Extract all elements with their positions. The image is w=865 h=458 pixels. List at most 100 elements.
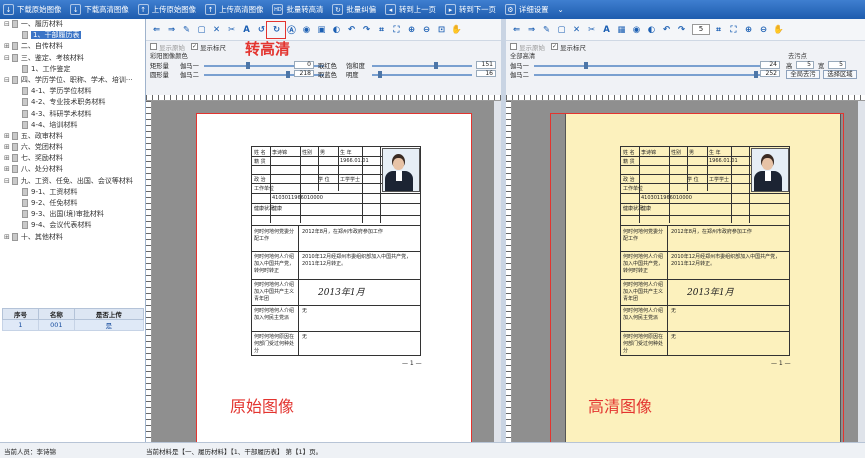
tree-node[interactable]: ⊞ 五、政审材料 [0, 131, 146, 142]
color-icon[interactable]: ◐ [645, 23, 658, 36]
tree-node[interactable]: ⊟ 三、鉴定、考核材料 [0, 53, 146, 64]
hd-gamma2-slider[interactable] [534, 73, 764, 76]
text-tool-icon[interactable]: Ⓐ [285, 23, 298, 36]
tree-node[interactable]: ⊞ 十、其他材料 [0, 232, 146, 243]
expand-icon[interactable]: ⊞ [4, 143, 10, 151]
tree-node[interactable]: ⊞ 七、奖励材料 [0, 153, 146, 164]
expand-icon[interactable]: ⊞ [4, 154, 10, 162]
hd-gamma1-slider[interactable] [534, 65, 764, 67]
image-enhance-icon[interactable]: ◉ [630, 23, 643, 36]
gamma1-value[interactable]: 0 [294, 61, 314, 69]
tree-node[interactable]: 9-1、工资材料 [0, 187, 146, 198]
brightness-slider[interactable] [372, 73, 472, 76]
rotate-left-icon[interactable]: ↶ [660, 23, 673, 36]
toolbar-button-6[interactable]: ◂ 转到上一页 [384, 4, 436, 15]
brightness-knob[interactable] [378, 70, 382, 78]
tree-node[interactable]: 4-3、科研学术材料 [0, 109, 146, 120]
tree-node[interactable]: 4-2、专业技术职务材料 [0, 97, 146, 108]
saturation-slider[interactable] [372, 65, 472, 67]
page-number-input[interactable]: 5 [692, 24, 710, 35]
gamma2-value[interactable]: 218 [294, 69, 314, 77]
toolbar-button-1[interactable]: ↓ 下载高清图像 [70, 4, 129, 15]
select-icon[interactable]: ▢ [195, 23, 208, 36]
collapse-icon[interactable]: ⊟ [4, 177, 10, 185]
select-area-button[interactable]: 选择区域 [823, 69, 857, 79]
global-despeckle-button[interactable]: 全局去污 [786, 69, 820, 79]
comment-icon[interactable]: ✎ [180, 23, 193, 36]
table-row[interactable]: 1 001 是 [2, 319, 145, 331]
tree-node[interactable]: ⊞ 六、党团材料 [0, 142, 146, 153]
grid-header-uploaded[interactable]: 是否上传 [73, 308, 145, 320]
tree-node[interactable]: 1、工作鉴定 [0, 64, 146, 75]
tree-node[interactable]: 4-4、培训材料 [0, 120, 146, 131]
tree-node[interactable]: 9-2、任免材料 [0, 198, 146, 209]
hand-icon[interactable]: ✋ [450, 23, 463, 36]
grid-header-name[interactable]: 名称 [37, 308, 75, 320]
saturation-knob[interactable] [434, 62, 438, 69]
tree-node[interactable]: ⊟ 一、履历材料 [0, 19, 146, 30]
grid-icon[interactable]: ▦ [615, 23, 628, 36]
settings-dropdown-icon[interactable]: ⌄ [558, 5, 564, 14]
tree-node[interactable]: 9-4、会议代表材料 [0, 220, 146, 231]
vertical-scrollbar[interactable] [494, 101, 501, 442]
color-icon[interactable]: ◐ [330, 23, 343, 36]
hd-convert-icon[interactable]: ▣ [315, 23, 328, 36]
grid-header-index[interactable]: 序号 [2, 308, 39, 320]
expand-icon[interactable]: ⊞ [4, 132, 10, 140]
zoom-in-icon[interactable]: ⊕ [405, 23, 418, 36]
arrow-left-icon[interactable]: ⇐ [150, 23, 163, 36]
toolbar-button-2[interactable]: ↑ 上传原始图像 [137, 4, 196, 15]
saturation-value[interactable]: 151 [476, 61, 496, 69]
cut-icon[interactable]: ✂ [225, 23, 238, 36]
show-original-checkbox[interactable] [150, 43, 157, 50]
arrow-right-icon[interactable]: ⇒ [525, 23, 538, 36]
gamma1-knob[interactable] [246, 62, 250, 69]
hd-gamma1-value[interactable]: 24 [760, 61, 780, 69]
zoom-in-icon[interactable]: ⊕ [742, 23, 755, 36]
cut-icon[interactable]: ✂ [585, 23, 598, 36]
grid-cell-name[interactable]: 001 [37, 319, 75, 331]
zoom-out-icon[interactable]: ⊖ [420, 23, 433, 36]
width-value[interactable]: 5 [828, 61, 846, 69]
show-ruler-checkbox[interactable]: ✓ [551, 43, 558, 50]
toolbar-button-3[interactable]: ↑ 上传高清图像 [205, 4, 263, 15]
expand-icon[interactable]: ⊞ [4, 42, 10, 50]
hd-gamma1-knob[interactable] [584, 62, 588, 69]
actual-size-icon[interactable]: ⊡ [435, 23, 448, 36]
tree-node[interactable]: 4-1、学历学位材料 [0, 86, 146, 97]
fit-icon[interactable]: ⛶ [727, 23, 740, 36]
crop-icon[interactable]: ⌗ [375, 23, 388, 36]
comment-icon[interactable]: ✎ [540, 23, 553, 36]
expand-icon[interactable]: ⊞ [4, 165, 10, 173]
toolbar-button-5[interactable]: ↻ 批量纠偏 [332, 4, 376, 15]
rotate-right-icon[interactable]: ↷ [675, 23, 688, 36]
arrow-right-icon[interactable]: ⇒ [165, 23, 178, 36]
tree-node[interactable]: 9-3、出国(境)审批材料 [0, 209, 146, 220]
collapse-icon[interactable]: ⊟ [4, 76, 10, 84]
crop-icon[interactable]: ⌗ [712, 23, 725, 36]
select-icon[interactable]: ▢ [555, 23, 568, 36]
hand-icon[interactable]: ✋ [772, 23, 785, 36]
zoom-out-icon[interactable]: ⊖ [757, 23, 770, 36]
height-value[interactable]: 5 [796, 61, 814, 69]
hd-gamma2-knob[interactable] [754, 70, 758, 78]
tree-node[interactable]: ⊟ 九、工资、任免、出国、会议等材料 [0, 176, 146, 187]
vertical-scrollbar[interactable] [858, 101, 865, 442]
tree-node[interactable]: ⊞ 二、自传材料 [0, 41, 146, 52]
hd-gamma2-value[interactable]: 252 [760, 69, 780, 77]
fit-icon[interactable]: ⛶ [390, 23, 403, 36]
gamma2-knob[interactable] [286, 70, 290, 78]
show-ruler-checkbox[interactable]: ✓ [191, 43, 198, 50]
delete-icon[interactable]: ✕ [210, 23, 223, 36]
rotate-left-icon[interactable]: ↶ [345, 23, 358, 36]
tree-node[interactable]: ⊟ 四、学历学位、职称、学术、培训··· [0, 75, 146, 86]
tree-node[interactable]: 1、干部履历表 [0, 30, 146, 41]
arrow-left-icon[interactable]: ⇐ [510, 23, 523, 36]
grid-cell-index[interactable]: 1 [2, 319, 39, 331]
brightness-value[interactable]: 16 [476, 69, 496, 77]
text-icon[interactable]: A [240, 23, 253, 36]
delete-icon[interactable]: ✕ [570, 23, 583, 36]
original-canvas[interactable]: 姓 名李诗锦 性别男生 年 1966.01.01 籍 贯政 治学 位工学学士 工作单位 4… [146, 95, 501, 442]
collapse-icon[interactable]: ⊟ [4, 20, 10, 28]
expand-icon[interactable]: ⊞ [4, 233, 10, 241]
